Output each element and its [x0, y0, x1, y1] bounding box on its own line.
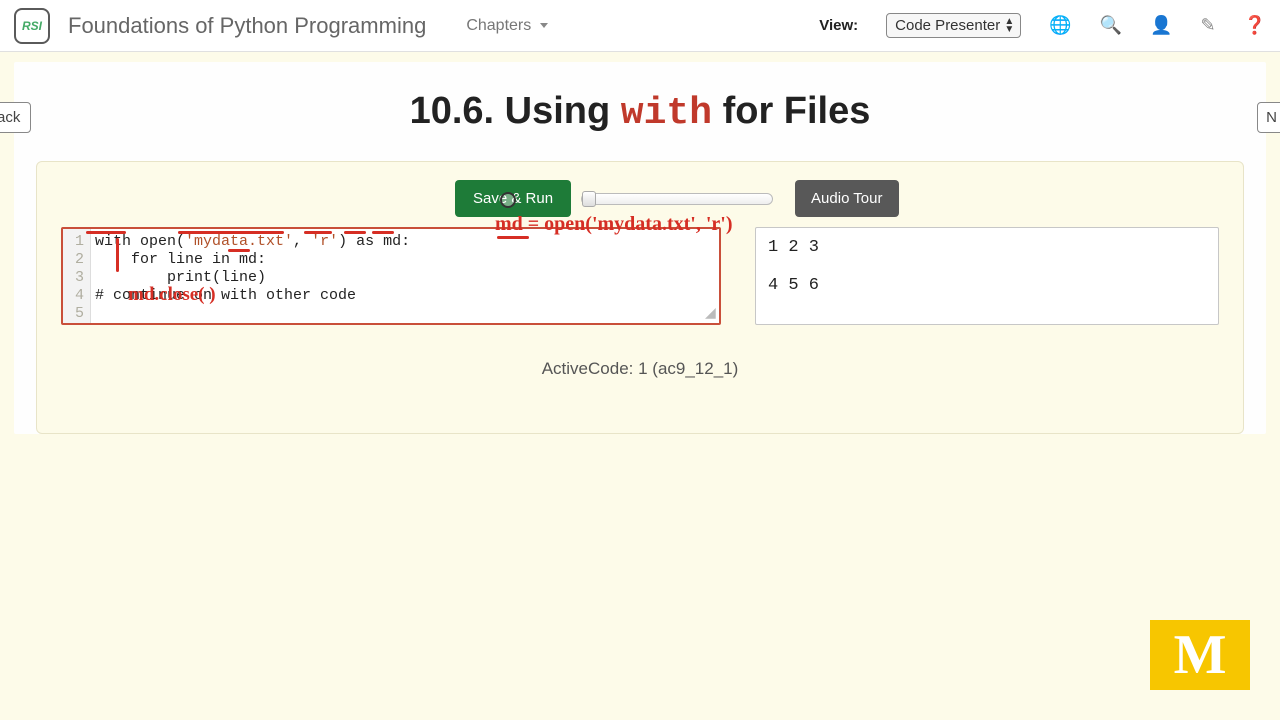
chevron-down-icon [540, 23, 548, 28]
line-number: 1 [63, 233, 84, 251]
view-value: Code Presenter [895, 17, 1000, 34]
umich-logo: M [1150, 620, 1250, 690]
site-logo[interactable]: RSI [14, 8, 50, 44]
line-number: 4 [63, 287, 84, 305]
audio-tour-button[interactable]: Audio Tour [795, 180, 898, 217]
view-label: View: [819, 17, 858, 34]
line-number-gutter: 1 2 3 4 5 [63, 229, 91, 323]
output-panel: 1 2 3 4 5 6 [755, 227, 1219, 325]
title-prefix: 10.6. Using [410, 90, 621, 132]
page-title: 10.6. Using with for Files [14, 62, 1266, 161]
activecode-block: Save & Run Audio Tour 1 2 3 4 5 with ope… [36, 161, 1244, 434]
line-number: 2 [63, 251, 84, 269]
activecode-caption: ActiveCode: 1 (ac9_12_1) [37, 359, 1243, 379]
history-slider[interactable] [581, 193, 773, 205]
book-title[interactable]: Foundations of Python Programming [68, 13, 426, 39]
title-suffix: for Files [712, 90, 870, 132]
select-arrows-icon: ▲▼ [1004, 18, 1014, 34]
view-select[interactable]: Code Presenter ▲▼ [886, 13, 1021, 38]
globe-icon[interactable]: 🌐 [1049, 15, 1071, 36]
resize-handle-icon[interactable]: ◢ [705, 309, 717, 321]
top-navbar: RSI Foundations of Python Programming Ch… [0, 0, 1280, 52]
search-icon[interactable]: 🔍 [1100, 15, 1122, 36]
chapters-label: Chapters [466, 17, 531, 34]
content-card: 10.6. Using with for Files Save & Run Au… [14, 62, 1266, 434]
chapters-dropdown[interactable]: Chapters [466, 17, 547, 35]
slider-thumb[interactable] [582, 191, 596, 207]
next-button[interactable]: N [1257, 102, 1280, 133]
save-run-button[interactable]: Save & Run [455, 180, 571, 217]
title-keyword: with [621, 92, 712, 135]
line-number: 3 [63, 269, 84, 287]
edit-icon[interactable]: ✎ [1200, 15, 1215, 36]
user-icon[interactable]: 👤 [1150, 15, 1172, 36]
code-body[interactable]: with open('mydata.txt', 'r') as md: for … [63, 229, 719, 323]
code-editor[interactable]: 1 2 3 4 5 with open('mydata.txt', 'r') a… [61, 227, 721, 325]
help-icon[interactable]: ❓ [1244, 15, 1266, 36]
line-number: 5 [63, 305, 84, 323]
back-button[interactable]: ack [0, 102, 31, 133]
activecode-toolbar: Save & Run Audio Tour [37, 180, 1243, 217]
